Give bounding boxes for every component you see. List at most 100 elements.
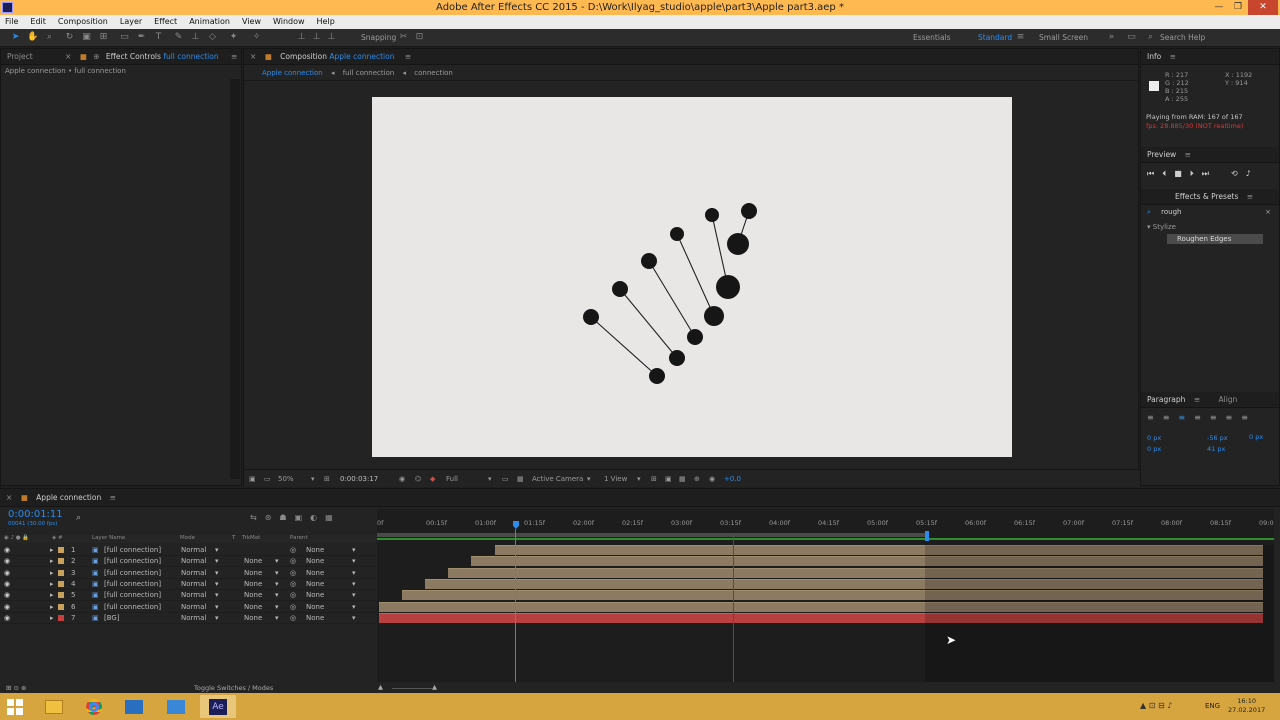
eye-icon[interactable]: ◉ <box>4 602 10 613</box>
layer-name[interactable]: [full connection] <box>104 590 161 601</box>
ruler-tick-label[interactable]: 03:00f <box>671 519 692 527</box>
pick-whip-icon[interactable]: ◎ <box>290 556 296 567</box>
pick-whip-icon[interactable]: ◎ <box>290 602 296 613</box>
col-mode[interactable]: Mode <box>180 535 195 541</box>
layer-trkmat[interactable]: None <box>244 568 262 579</box>
layer-mode[interactable]: Normal <box>181 579 206 590</box>
menu-animation[interactable]: Animation <box>189 15 230 29</box>
clock[interactable]: 16:10 27.02.2017 <box>1228 697 1265 715</box>
stop-icon[interactable]: ■ <box>1174 169 1182 179</box>
after-effects-taskbar-icon[interactable]: Ae <box>200 695 236 718</box>
chevron-down-icon[interactable]: ▾ <box>352 545 356 556</box>
chevron-down-icon[interactable]: ▾ <box>215 556 219 567</box>
chrome-icon[interactable] <box>76 695 112 718</box>
chevron-down-icon[interactable]: ▾ <box>488 475 492 483</box>
tray-icons[interactable]: ▲ ⊡ ⊟ ♪ <box>1140 701 1172 710</box>
layer-row[interactable]: ◉ ▸ 4 ▣ [full connection] Normal ▾ None ▾ ◎ None ▾ <box>0 579 376 590</box>
panel-menu-icon[interactable]: ≡ <box>1194 395 1200 404</box>
panel-menu-icon[interactable]: ≡ <box>1247 192 1253 201</box>
chevron-down-icon[interactable]: ▾ <box>587 475 591 483</box>
ruler-tick-label[interactable]: 00:15f <box>426 519 447 527</box>
layer-trkmat[interactable]: None <box>244 590 262 601</box>
workspace-menu-icon[interactable]: ≡ <box>1015 32 1026 43</box>
transparency-grid-icon[interactable]: ▦ <box>517 475 524 483</box>
justify-last-center-icon[interactable]: ≡ <box>1210 413 1217 422</box>
pick-whip-icon[interactable]: ◎ <box>290 579 296 590</box>
panel-menu-icon[interactable]: ≡ <box>231 52 237 61</box>
sync-settings-icon[interactable]: ▭ <box>1126 32 1137 43</box>
flow-item-full-connection[interactable]: full connection <box>343 69 395 77</box>
snap-grid-icon[interactable]: ⊡ <box>414 32 425 43</box>
layer-parent[interactable]: None <box>306 556 324 567</box>
clone-tool-icon[interactable]: ⊥ <box>190 32 201 43</box>
close-icon[interactable]: × <box>250 52 256 61</box>
chevron-down-icon[interactable]: ▾ <box>352 568 356 579</box>
chevron-down-icon[interactable]: ▾ <box>275 590 279 601</box>
tab-project[interactable]: Project <box>7 52 33 61</box>
snapping-icon[interactable]: ✂ <box>398 32 409 43</box>
label-color-swatch[interactable] <box>58 547 64 553</box>
graph-editor-icon[interactable]: ▦ <box>325 513 333 522</box>
local-axis-icon[interactable]: ⊥ <box>296 32 307 43</box>
prev-frame-icon[interactable]: ⏴ <box>1162 169 1166 179</box>
justify-last-right-icon[interactable]: ≡ <box>1226 413 1233 422</box>
search-icon[interactable]: ⌕ <box>1145 32 1156 43</box>
zoom-in-icon[interactable]: ▲ <box>432 683 437 691</box>
chevron-down-icon[interactable]: ▾ <box>215 568 219 579</box>
work-area-end-handle[interactable] <box>925 531 929 541</box>
pick-whip-icon[interactable]: ◎ <box>290 613 296 624</box>
input-language[interactable]: ENG <box>1205 702 1220 710</box>
roto-brush-tool-icon[interactable]: ✦ <box>228 32 239 43</box>
menu-help[interactable]: Help <box>317 15 335 29</box>
menu-edit[interactable]: Edit <box>30 15 46 29</box>
layer-trkmat[interactable]: None <box>244 613 262 624</box>
expand-triangle-icon[interactable]: ▸ <box>50 556 54 567</box>
panel-menu-icon[interactable]: ≡ <box>1170 52 1176 61</box>
region-of-interest-icon[interactable]: ▭ <box>502 475 509 483</box>
preview-title[interactable]: Preview <box>1147 150 1176 159</box>
effects-title[interactable]: Effects & Presets <box>1175 192 1238 201</box>
pick-whip-icon[interactable]: ◎ <box>290 568 296 579</box>
label-color-swatch[interactable] <box>58 558 64 565</box>
chevron-down-icon[interactable]: ▾ <box>352 590 356 601</box>
camera-select[interactable]: Active Camera <box>532 475 583 483</box>
timeline-comp-name[interactable]: Apple connection <box>36 493 101 502</box>
ruler-tick-label[interactable]: 04:00f <box>769 519 790 527</box>
lock-icon[interactable]: ■ <box>265 52 272 61</box>
audio-icon[interactable]: ♪ <box>1246 169 1251 179</box>
layer-parent[interactable]: None <box>306 590 324 601</box>
loop-icon[interactable]: ⟲ <box>1231 169 1238 179</box>
last-frame-icon[interactable]: ⏭ <box>1202 169 1209 179</box>
maximize-button[interactable]: ❐ <box>1229 0 1247 15</box>
tab-align[interactable]: Align <box>1219 395 1238 404</box>
ruler-tick-label[interactable]: 0f <box>377 519 383 527</box>
effects-category[interactable]: ▾ Stylize <box>1147 223 1176 231</box>
flow-item-apple-connection[interactable]: Apple connection <box>262 69 323 77</box>
workspace-standard[interactable]: Standard <box>978 33 1012 42</box>
toggle-pixel-aspect-icon[interactable]: ⊞ <box>651 475 657 483</box>
left-panel-scrollbar[interactable] <box>230 79 240 479</box>
info-title[interactable]: Info <box>1147 52 1161 61</box>
justify-last-left-icon[interactable]: ≡ <box>1194 413 1201 422</box>
eye-icon[interactable]: ◉ <box>4 590 10 601</box>
menu-composition[interactable]: Composition <box>58 15 108 29</box>
draft-3d-icon[interactable]: ⊛ <box>265 513 272 522</box>
timeline-timecode[interactable]: 0:00:01:11 <box>8 509 63 520</box>
close-button[interactable]: ✕ <box>1248 0 1278 15</box>
expand-triangle-icon[interactable]: ▸ <box>50 568 54 579</box>
exposure-value[interactable]: +0.0 <box>724 475 741 483</box>
layer-row[interactable]: ◉ ▸ 3 ▣ [full connection] Normal ▾ None ▾ ◎ None ▾ <box>0 568 376 579</box>
ruler-tick-label[interactable]: 08:15f <box>1210 519 1231 527</box>
layer-name[interactable]: [full connection] <box>104 556 161 567</box>
zoom-slider[interactable] <box>392 683 432 689</box>
file-explorer-icon[interactable] <box>36 695 72 718</box>
reset-exposure-icon[interactable]: ◉ <box>709 475 715 483</box>
chevron-down-icon[interactable]: ▾ <box>215 579 219 590</box>
timeline-icon[interactable]: ▦ <box>679 475 686 483</box>
chevron-down-icon[interactable]: ▾ <box>275 568 279 579</box>
layer-row[interactable]: ◉▸1▣[full connection]Normal▾▾◎None▾ <box>0 545 376 556</box>
rotate-tool-icon[interactable]: ↻ <box>64 32 75 43</box>
toggle-switches-modes[interactable]: Toggle Switches / Modes <box>194 684 273 692</box>
layer-mode[interactable]: Normal <box>181 568 206 579</box>
search-icon[interactable]: ⌕ <box>76 513 81 523</box>
